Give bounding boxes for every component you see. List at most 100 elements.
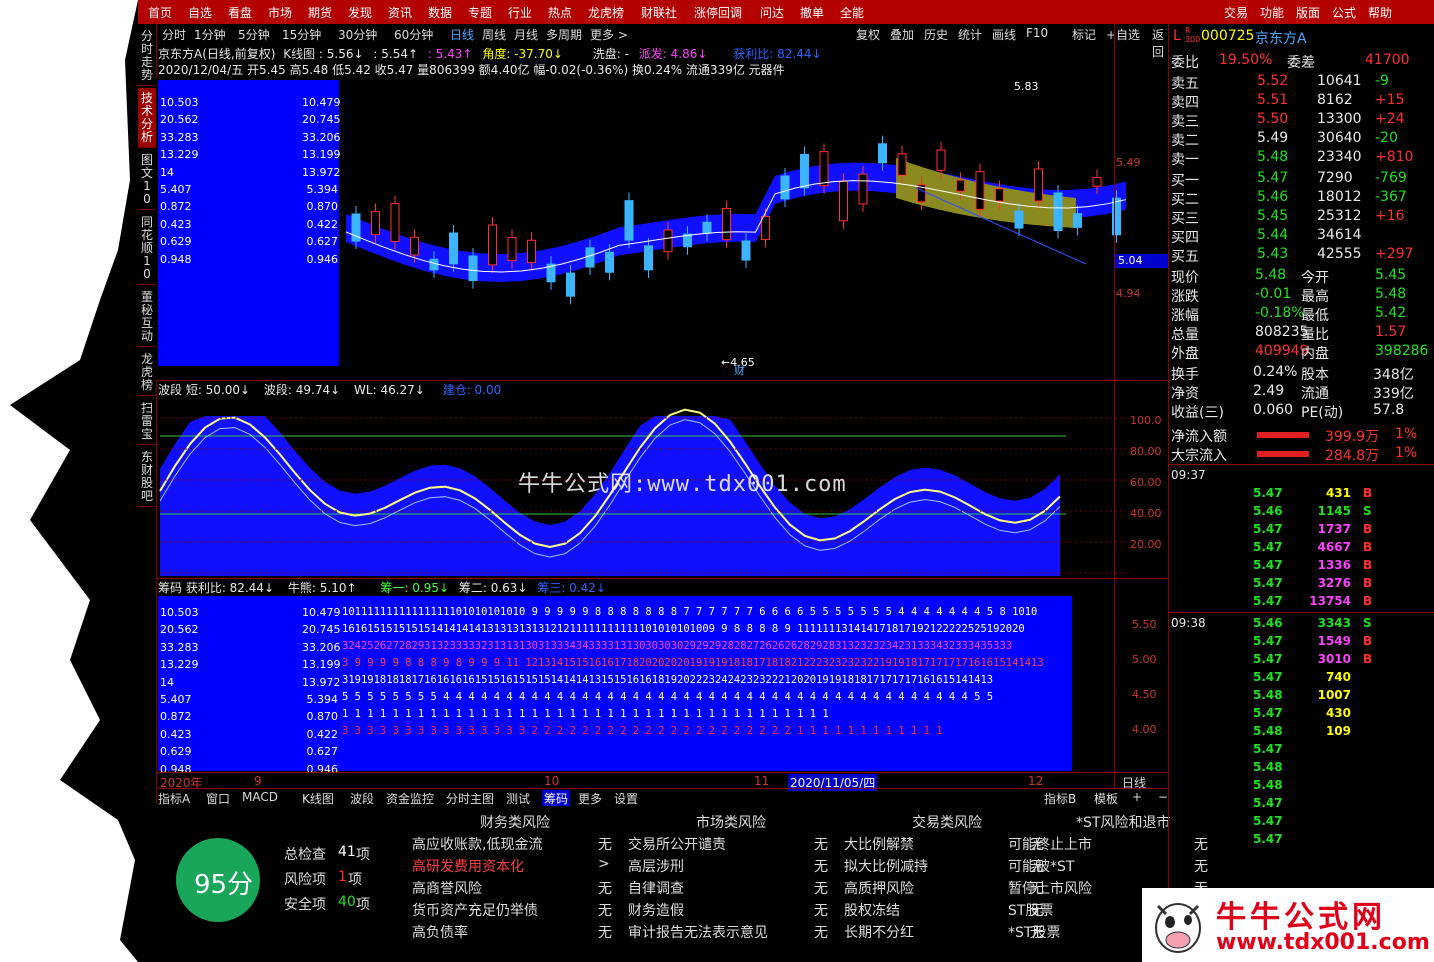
risk-item[interactable]: 高负债率 xyxy=(412,922,468,942)
menu-item-12[interactable]: 财联社 xyxy=(641,4,677,21)
kline-label[interactable]: K线图 xyxy=(283,47,315,61)
period-tab-4[interactable]: 30分钟 xyxy=(338,26,377,43)
menu-item-8[interactable]: 专题 xyxy=(468,4,492,21)
period-tab-8[interactable]: 月线 xyxy=(514,26,538,43)
menu-item-10[interactable]: 热点 xyxy=(548,4,572,21)
menu-item-15[interactable]: 撤单 xyxy=(800,4,824,21)
indicator-tab-10[interactable]: 设置 xyxy=(614,790,638,807)
menu-item-0[interactable]: 首页 xyxy=(148,4,172,21)
risk-item[interactable]: ST股票 xyxy=(1008,900,1053,920)
tool-button-7[interactable]: +自选 xyxy=(1106,26,1140,43)
tool-button-6[interactable]: 标记 xyxy=(1072,26,1096,43)
bid-change: +16 xyxy=(1375,208,1405,224)
candle-body xyxy=(390,203,400,242)
tool-button-4[interactable]: 画线 xyxy=(992,26,1016,43)
menu-item-14[interactable]: 问达 xyxy=(760,4,784,21)
left-tab-6[interactable]: 扫雷宝 xyxy=(138,398,156,445)
menu-item-4[interactable]: 期货 xyxy=(308,4,332,21)
menu-item-1[interactable]: 自选 xyxy=(188,4,212,21)
risk-item[interactable]: 股权冻结 xyxy=(844,900,900,920)
candle-body xyxy=(819,151,829,187)
angle-value: 角度: -37.70↓ xyxy=(482,47,563,61)
risk-item[interactable]: 高研发费用资本化 xyxy=(412,856,524,876)
risk-item[interactable]: 高应收账款,低现金流 xyxy=(412,834,542,854)
period-tab-10[interactable]: 更多 > xyxy=(590,26,628,43)
indicator-tab-2[interactable]: MACD xyxy=(242,790,278,804)
risk-item[interactable]: 暂停上市风险 xyxy=(1008,878,1092,898)
indicator-tab-0[interactable]: 指标A xyxy=(158,790,190,807)
risk-item[interactable]: 自律调查 xyxy=(628,878,684,898)
indicator-tab-4[interactable]: 波段 xyxy=(350,790,374,807)
menu-right-item-4[interactable]: 帮助 xyxy=(1368,4,1392,21)
period-tab-2[interactable]: 5分钟 xyxy=(238,26,270,43)
risk-item[interactable]: 高层涉刑 xyxy=(628,856,684,876)
risk-item[interactable]: *ST股票 xyxy=(1008,922,1060,942)
indicator-tab-6[interactable]: 分时主图 xyxy=(446,790,494,807)
quote-label: 最高 xyxy=(1301,289,1329,305)
left-tab-7[interactable]: 东财股吧 xyxy=(138,447,156,507)
tool-button-3[interactable]: 统计 xyxy=(958,26,982,43)
menu-item-5[interactable]: 发现 xyxy=(348,4,372,21)
risk-item[interactable]: 货币资产充足仍举债 xyxy=(412,900,538,920)
period-tab-6[interactable]: 日线 xyxy=(450,26,474,43)
menu-right-item-2[interactable]: 版面 xyxy=(1296,4,1320,21)
left-tab-1[interactable]: 技术分析 xyxy=(138,88,156,148)
indicator-right-2[interactable]: + xyxy=(1132,790,1142,804)
risk-item[interactable]: 高质押风险 xyxy=(844,878,914,898)
risk-item[interactable]: 长期不分红 xyxy=(844,922,914,942)
menu-right-item-3[interactable]: 公式 xyxy=(1332,4,1356,21)
candle-body xyxy=(800,153,809,189)
tool-button-8[interactable]: 返回 xyxy=(1152,26,1168,60)
indicator-tab-7[interactable]: 测试 xyxy=(506,790,530,807)
tool-button-1[interactable]: 叠加 xyxy=(890,26,914,43)
indicator-tab-3[interactable]: K线图 xyxy=(302,790,334,807)
risk-item[interactable]: 可能被*ST xyxy=(1008,856,1074,876)
indicator-tab-8[interactable]: 筹码 xyxy=(542,790,571,807)
risk-item-status: 无 xyxy=(598,903,612,919)
indicator-tab-1[interactable]: 窗口 xyxy=(206,790,230,807)
candle-body xyxy=(566,272,575,297)
left-tab-4[interactable]: 董秘互动 xyxy=(138,287,156,347)
risk-item[interactable]: 财务造假 xyxy=(628,900,684,920)
risk-item[interactable]: 拟大比例减持 xyxy=(844,856,928,876)
menu-item-6[interactable]: 资讯 xyxy=(388,4,412,21)
tool-button-0[interactable]: 复权 xyxy=(856,26,880,43)
indicator-tab-9[interactable]: 更多 xyxy=(578,790,602,807)
chip-right-value: 33.206 xyxy=(302,640,341,654)
risk-item[interactable]: 交易所公开谴责 xyxy=(628,834,726,854)
risk-item[interactable]: 大比例解禁 xyxy=(844,834,914,854)
indicator-right-1[interactable]: 模板 xyxy=(1094,790,1118,807)
period-tab-1[interactable]: 1分钟 xyxy=(194,26,226,43)
risk-item-status: 无 xyxy=(814,859,828,875)
tool-button-2[interactable]: 历史 xyxy=(924,26,948,43)
period-tab-3[interactable]: 15分钟 xyxy=(282,26,321,43)
menu-item-7[interactable]: 数据 xyxy=(428,4,452,21)
period-tab-0[interactable]: 分时 xyxy=(162,26,186,43)
risk-item[interactable]: 审计报告无法表示意见 xyxy=(628,922,768,942)
period-tab-9[interactable]: 多周期 xyxy=(546,26,582,43)
chip-left-value: 0.872 xyxy=(160,710,192,724)
tool-button-5[interactable]: F10 xyxy=(1026,26,1048,40)
left-tab-3[interactable]: 同花顺10 xyxy=(138,212,156,285)
left-tab-5[interactable]: 龙虎榜 xyxy=(138,349,156,396)
period-tab-7[interactable]: 周线 xyxy=(482,26,506,43)
menu-item-13[interactable]: 涨停回调 xyxy=(694,4,742,21)
left-tab-0[interactable]: 分时走势 xyxy=(138,26,156,86)
left-tab-2[interactable]: 图文10 xyxy=(138,150,156,210)
ask-volume: 30640 xyxy=(1317,130,1362,146)
risk-item[interactable]: 高商誉风险 xyxy=(412,878,482,898)
menu-item-9[interactable]: 行业 xyxy=(508,4,532,21)
menu-item-11[interactable]: 龙虎榜 xyxy=(588,4,624,21)
menu-item-16[interactable]: 全能 xyxy=(840,4,864,21)
tick-row: 5.48 109 xyxy=(1169,724,1409,743)
menu-item-3[interactable]: 市场 xyxy=(268,4,292,21)
menu-right-item-0[interactable]: 交易 xyxy=(1224,4,1248,21)
bid-price: 5.43 xyxy=(1257,246,1289,262)
period-tab-5[interactable]: 60分钟 xyxy=(394,26,433,43)
indicator-right-0[interactable]: 指标B xyxy=(1044,790,1076,807)
menu-item-2[interactable]: 看盘 xyxy=(228,4,252,21)
indicator-tab-5[interactable]: 资金监控 xyxy=(386,790,434,807)
indicator-right-3[interactable]: − xyxy=(1158,790,1168,804)
menu-right-item-1[interactable]: 功能 xyxy=(1260,4,1284,21)
risk-item[interactable]: 可能终止上市 xyxy=(1008,834,1092,854)
